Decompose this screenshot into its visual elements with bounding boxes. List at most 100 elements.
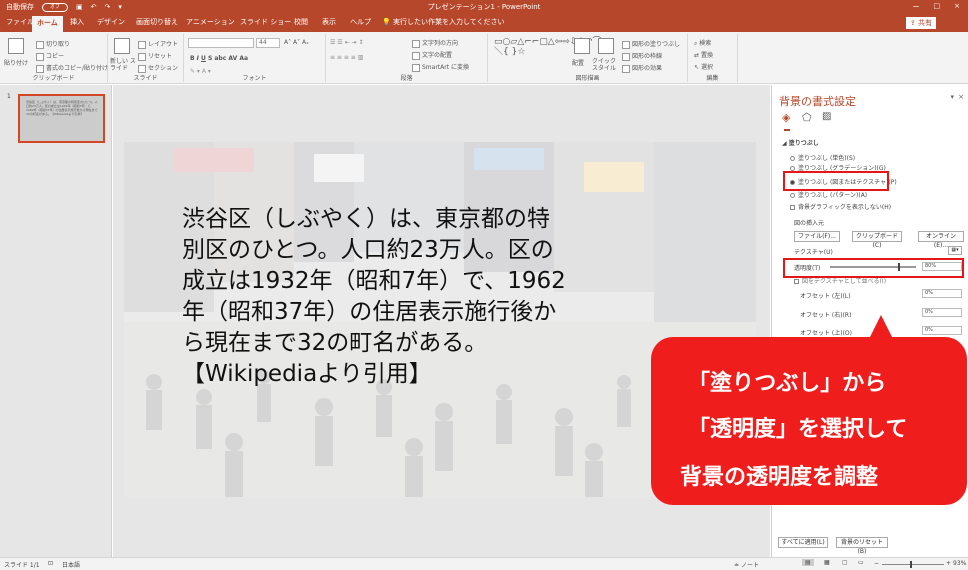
slide-text-box[interactable]: 渋谷区（しぶやく）は、東京都の特 別区のひとつ。人口約23万人。区の 成立は19…: [182, 204, 652, 390]
reset-background-button[interactable]: 背景のリセット(B): [836, 537, 888, 555]
sorter-view-icon[interactable]: ▦: [824, 559, 830, 566]
share-icon: ⇪: [909, 19, 916, 27]
quick-styles-button[interactable]: クイック スタイル: [592, 58, 622, 72]
tab-animations[interactable]: アニメーション: [186, 17, 235, 27]
replace-button[interactable]: ⇄ 置換: [694, 50, 713, 59]
picture-icon[interactable]: ▨: [822, 111, 831, 122]
fill-solid-option[interactable]: 塗りつぶし (単色)(S): [790, 153, 855, 162]
tab-transitions[interactable]: 画面切り替え: [136, 17, 178, 27]
shape-outline-button[interactable]: 図形の枠線: [622, 51, 662, 61]
copy-button[interactable]: コピー: [36, 51, 64, 61]
close-button[interactable]: ×: [954, 2, 960, 12]
hide-graphics-label: 背景グラフィックを表示しない(H): [798, 204, 892, 211]
find-button[interactable]: ⌕ 検索: [694, 38, 711, 48]
paragraph-group-label: 段落: [400, 75, 413, 82]
zoom-out-icon[interactable]: −: [874, 560, 879, 567]
tell-me-search[interactable]: 💡 実行したい作業を入力してください: [382, 17, 505, 27]
shape-effects-button[interactable]: 図形の効果: [622, 63, 662, 73]
align-text-button[interactable]: 文字の配置: [412, 50, 452, 60]
offset-left-spinbox[interactable]: 0%: [922, 289, 962, 298]
copy-icon: [36, 52, 44, 61]
fill-section-header[interactable]: ◢ 塗りつぶし: [782, 138, 819, 147]
reset-button[interactable]: リセット: [138, 51, 172, 61]
font-name-combo[interactable]: [188, 38, 254, 48]
list-icons[interactable]: ☰ ☰ ⇤ ⇥ ↕: [330, 39, 363, 46]
slideshow-view-icon[interactable]: ▭: [858, 559, 864, 566]
slide-text-line: 別区のひとつ。人口約23万人。区の: [182, 237, 554, 263]
smartart-button[interactable]: SmartArt に変換: [412, 62, 469, 72]
font-group-label: フォント: [242, 75, 267, 82]
new-slide-icon[interactable]: [114, 38, 130, 54]
radio-pattern[interactable]: [790, 193, 795, 198]
zoom-slider[interactable]: [882, 561, 944, 568]
tab-insert[interactable]: 挿入: [70, 17, 84, 27]
ribbon: 貼り付け 切り取り コピー 書式のコピー/貼り付け クリップボード 新しい スラ…: [0, 32, 968, 84]
tab-slideshow[interactable]: スライド ショー: [240, 17, 291, 27]
normal-view-icon[interactable]: ▤: [802, 559, 814, 566]
tab-file[interactable]: ファイル: [6, 17, 34, 27]
tab-review[interactable]: 校閲: [294, 17, 308, 27]
notes-button[interactable]: ≐ ノート: [734, 560, 759, 569]
tile-checkbox[interactable]: [794, 279, 799, 284]
hide-graphics-checkbox[interactable]: [790, 205, 795, 210]
offset-right-label: オフセット (右)(R): [800, 312, 852, 319]
online-button[interactable]: オンライン(E)...: [918, 231, 964, 249]
quick-styles-icon[interactable]: [598, 38, 614, 54]
font-size-combo[interactable]: 44: [256, 38, 280, 48]
effects-pentagon-icon[interactable]: ⬠: [802, 111, 812, 124]
fill-icon: [622, 40, 630, 49]
window-title: プレゼンテーション1 - PowerPoint: [427, 3, 541, 11]
insert-from-label: 図の挿入元: [794, 220, 825, 227]
hide-graphics-option[interactable]: 背景グラフィックを表示しない(H): [790, 202, 891, 211]
pane-close-icon[interactable]: ×: [958, 93, 964, 101]
shapes-gallery-icon[interactable]: ▭○▱△⌐⌐▢△⇦⇨⇩⇧↶⌒＼{ }☆: [494, 37, 601, 57]
offset-left-label: オフセット (左)(L): [800, 293, 851, 300]
effects-icon: [622, 64, 630, 73]
align-text-label: 文字の配置: [422, 52, 453, 59]
apply-all-button[interactable]: すべてに適用(L): [778, 537, 828, 548]
paste-icon[interactable]: [8, 38, 24, 54]
fill-pattern-option[interactable]: 塗りつぶし (パターン)(A): [790, 190, 867, 199]
radio-solid[interactable]: [790, 156, 795, 161]
offset-right-spinbox[interactable]: 0%: [922, 308, 962, 317]
tab-help[interactable]: ヘルプ: [350, 17, 371, 27]
arrange-icon[interactable]: [574, 38, 590, 54]
file-button[interactable]: ファイル(F)...: [794, 231, 840, 242]
maximize-button[interactable]: □: [934, 2, 941, 12]
new-slide-button[interactable]: 新しい スライド: [110, 58, 138, 72]
zoom-in-icon[interactable]: +: [946, 560, 951, 567]
cut-button[interactable]: 切り取り: [36, 39, 70, 49]
minimize-button[interactable]: ー: [913, 2, 920, 12]
text-direction-button[interactable]: 文字列の方向: [412, 38, 458, 48]
tab-design[interactable]: デザイン: [97, 17, 125, 27]
zoom-level[interactable]: 93%: [953, 560, 966, 567]
layout-button[interactable]: レイアウト: [138, 39, 178, 49]
slide-text-line: 【Wikipediaより引用】: [182, 361, 432, 387]
share-button[interactable]: ⇪ 共有: [905, 17, 936, 29]
texture-picker[interactable]: ▦▾: [948, 246, 962, 255]
offset-top-spinbox[interactable]: 0%: [922, 326, 962, 335]
shape-fill-button[interactable]: 図形の塗りつぶし: [622, 39, 680, 49]
zoom-slider-thumb[interactable]: [910, 561, 912, 568]
language-indicator[interactable]: 日本語: [62, 560, 80, 569]
title-bar: 自動保存 オフ ▣ ↶ ↷ ▾ プレゼンテーション1 - PowerPoint …: [0, 0, 968, 14]
tab-view[interactable]: 表示: [322, 17, 336, 27]
tab-home[interactable]: ホーム: [32, 16, 63, 32]
reading-view-icon[interactable]: ▢: [842, 559, 848, 566]
grow-font-icon[interactable]: A˄ A˅ Aₓ: [284, 39, 309, 46]
select-button[interactable]: ↖ 選択: [694, 62, 713, 71]
clipboard-button[interactable]: クリップボード(C): [852, 231, 902, 249]
spellcheck-icon[interactable]: ⊡: [48, 560, 53, 567]
align-icons[interactable]: ≡ ≡ ≡ ≡ ▥: [330, 54, 363, 61]
fill-bucket-icon[interactable]: ◈: [782, 111, 790, 124]
paste-button[interactable]: 貼り付け: [4, 58, 28, 67]
pane-options-icon[interactable]: ▾: [950, 93, 954, 101]
slide-text-line: ら現在まで32の町名がある。: [182, 330, 488, 356]
brush-icon: [36, 64, 44, 73]
arrange-button[interactable]: 配置: [572, 58, 584, 67]
window-controls: ー □ ×: [913, 2, 961, 12]
format-painter-button[interactable]: 書式のコピー/貼り付け: [36, 63, 108, 73]
section-button[interactable]: セクション: [138, 63, 178, 73]
slide-thumbnail[interactable]: 渋谷区（しぶやく）は、東京都の特別区のひとつ。人口約23万人。区の成立は1932…: [18, 94, 105, 143]
format-buttons[interactable]: B I U S abc AV Aa: [190, 55, 248, 62]
